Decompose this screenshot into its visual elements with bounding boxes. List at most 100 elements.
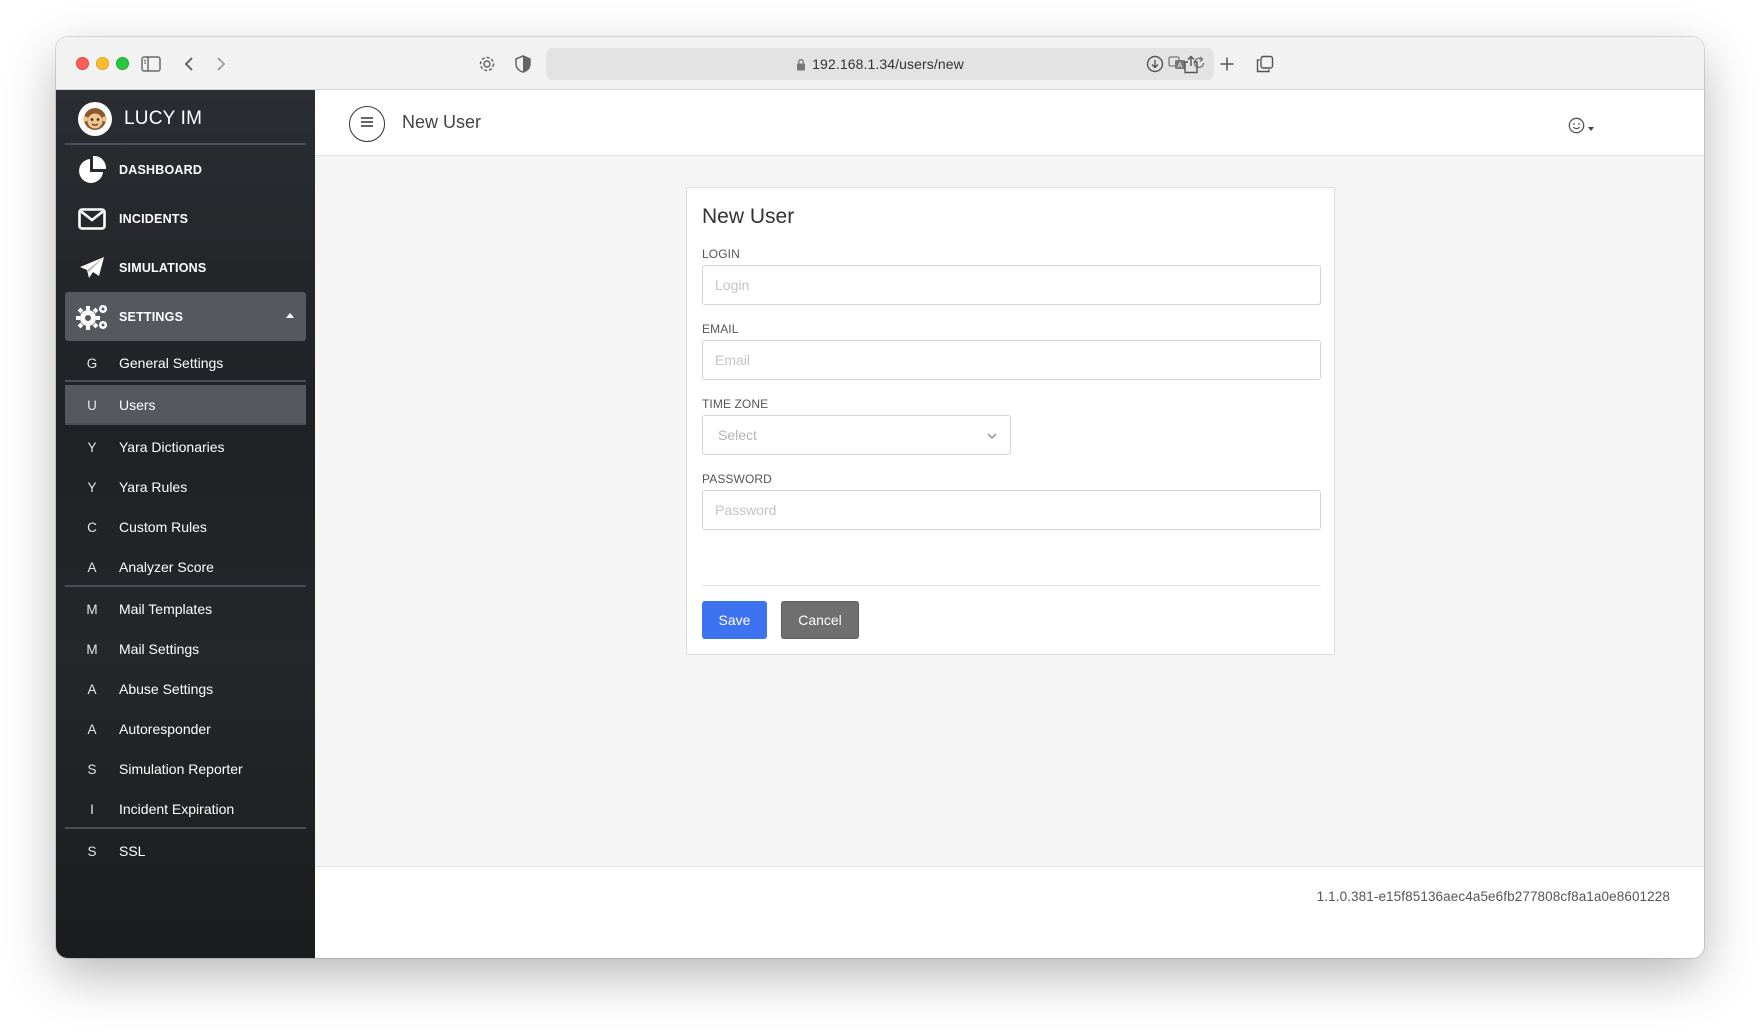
sidebar-item-abbr: M [86, 601, 98, 617]
back-icon[interactable] [176, 51, 202, 77]
sidebar-item-label: Simulation Reporter [119, 761, 243, 777]
zoom-window-button[interactable] [116, 57, 129, 70]
sidebar-divider [65, 380, 306, 382]
settings-icon[interactable] [474, 51, 500, 77]
user-menu[interactable] [1568, 117, 1594, 139]
share-icon[interactable] [1178, 51, 1204, 77]
top-header: New User [315, 90, 1704, 156]
sidebar-item-label: SSL [119, 843, 146, 859]
privacy-shield-icon[interactable] [510, 51, 536, 77]
sidebar-item-label: Users [119, 397, 156, 413]
email-input[interactable] [702, 340, 1321, 380]
lucy-logo-icon [78, 102, 112, 136]
save-button[interactable]: Save [702, 601, 767, 639]
new-user-form: New User LOGIN EMAIL TIME ZONE Select PA… [686, 187, 1335, 655]
sidebar-item-label: Analyzer Score [119, 559, 214, 575]
nav-settings[interactable]: SETTINGS [65, 292, 306, 341]
main-content: New User LOGIN EMAIL TIME ZONE Select PA… [315, 156, 1704, 866]
smiley-icon [1568, 117, 1585, 139]
sidebar-item-incident-expiration[interactable]: I Incident Expiration [65, 789, 306, 829]
tab-overview-icon[interactable] [1252, 51, 1278, 77]
sidebar-item-autoresponder[interactable]: A Autoresponder [65, 709, 306, 749]
address-bar[interactable]: 192.168.1.34/users/new A [546, 48, 1214, 80]
lock-icon [796, 58, 806, 71]
sidebar-divider [65, 585, 306, 587]
form-divider [702, 585, 1321, 586]
pie-chart-icon [65, 155, 119, 185]
caret-down-icon [1588, 127, 1594, 131]
sidebar-item-abbr: M [86, 641, 98, 657]
minimize-window-button[interactable] [96, 57, 109, 70]
timezone-select-value: Select [718, 427, 757, 443]
sidebar-item-label: Abuse Settings [119, 681, 214, 697]
sidebar-item-abbr: I [90, 801, 94, 817]
sidebar-toggle-icon[interactable] [138, 51, 164, 77]
browser-window: 192.168.1.34/users/new A LUCY IM DASHBOA… [56, 37, 1704, 958]
sidebar-item-label: Autoresponder [119, 721, 211, 737]
sidebar-item-label: Yara Dictionaries [119, 439, 225, 455]
sidebar-item-abbr: A [87, 559, 97, 575]
sidebar-item-abbr: C [87, 519, 97, 535]
sidebar-item-ssl[interactable]: S SSL [65, 831, 306, 871]
caret-up-icon [286, 313, 294, 318]
nav-simulations[interactable]: SIMULATIONS [65, 243, 306, 292]
sidebar-item-label: Yara Rules [119, 479, 188, 495]
nav-simulations-label: SIMULATIONS [119, 260, 207, 275]
login-label: LOGIN [702, 247, 740, 261]
cancel-button[interactable]: Cancel [781, 601, 859, 639]
gears-icon [65, 302, 119, 332]
sidebar-item-label: Incident Expiration [119, 801, 235, 817]
sidebar-item-label: Mail Templates [119, 601, 213, 617]
paper-plane-icon [65, 256, 119, 280]
sidebar-item-custom-rules[interactable]: C Custom Rules [65, 507, 306, 547]
sidebar-divider [65, 423, 306, 425]
sidebar-item-abbr: A [87, 681, 97, 697]
sidebar-item-abuse-settings[interactable]: A Abuse Settings [65, 669, 306, 709]
form-title: New User [702, 205, 795, 228]
page-footer: 1.1.0.381-e15f85136aec4a5e6fb277808cf8a1… [315, 866, 1704, 958]
sidebar: LUCY IM DASHBOARD INCIDENTS SIMULATIONS [56, 90, 315, 958]
brand[interactable]: LUCY IM [78, 102, 202, 136]
hamburger-icon [360, 115, 374, 133]
email-label: EMAIL [702, 322, 739, 336]
sidebar-item-label: General Settings [119, 355, 224, 371]
close-window-button[interactable] [76, 57, 89, 70]
sidebar-item-yara-rules[interactable]: Y Yara Rules [65, 467, 306, 507]
nav-dashboard-label: DASHBOARD [119, 162, 203, 177]
sidebar-item-mail-templates[interactable]: M Mail Templates [65, 589, 306, 629]
timezone-select[interactable]: Select [702, 415, 1011, 455]
sidebar-item-yara-dictionaries[interactable]: Y Yara Dictionaries [65, 427, 306, 467]
sidebar-item-mail-settings[interactable]: M Mail Settings [65, 629, 306, 669]
page-title: New User [402, 112, 482, 132]
nav-settings-label: SETTINGS [119, 309, 184, 324]
sidebar-item-analyzer-score[interactable]: A Analyzer Score [65, 547, 306, 587]
sidebar-item-abbr: Y [87, 479, 97, 495]
sidebar-item-abbr: A [87, 721, 97, 737]
forward-icon[interactable] [208, 51, 234, 77]
url-text: 192.168.1.34/users/new [812, 56, 964, 72]
brand-name: LUCY IM [124, 108, 203, 129]
sidebar-item-abbr: S [87, 843, 97, 859]
version-text: 1.1.0.381-e15f85136aec4a5e6fb277808cf8a1… [1316, 889, 1670, 904]
nav-incidents-label: INCIDENTS [119, 211, 189, 226]
chevron-down-icon [986, 429, 998, 445]
sidebar-item-abbr: S [87, 761, 97, 777]
sidebar-item-users[interactable]: U Users [65, 385, 306, 425]
sidebar-item-abbr: G [86, 355, 98, 371]
sidebar-item-abbr: U [87, 397, 97, 413]
login-input[interactable] [702, 265, 1321, 305]
sidebar-item-general-settings[interactable]: G General Settings [65, 343, 306, 383]
timezone-label: TIME ZONE [702, 397, 769, 411]
download-icon[interactable] [1142, 51, 1168, 77]
sidebar-item-label: Mail Settings [119, 641, 200, 657]
password-label: PASSWORD [702, 472, 772, 486]
envelope-icon [65, 207, 119, 230]
password-input[interactable] [702, 490, 1321, 530]
menu-toggle-button[interactable] [349, 106, 385, 142]
sidebar-item-abbr: Y [87, 439, 97, 455]
sidebar-item-simulation-reporter[interactable]: S Simulation Reporter [65, 749, 306, 789]
sidebar-divider [65, 827, 306, 829]
nav-dashboard[interactable]: DASHBOARD [65, 145, 306, 194]
nav-incidents[interactable]: INCIDENTS [65, 194, 306, 243]
new-tab-icon[interactable] [1214, 51, 1240, 77]
